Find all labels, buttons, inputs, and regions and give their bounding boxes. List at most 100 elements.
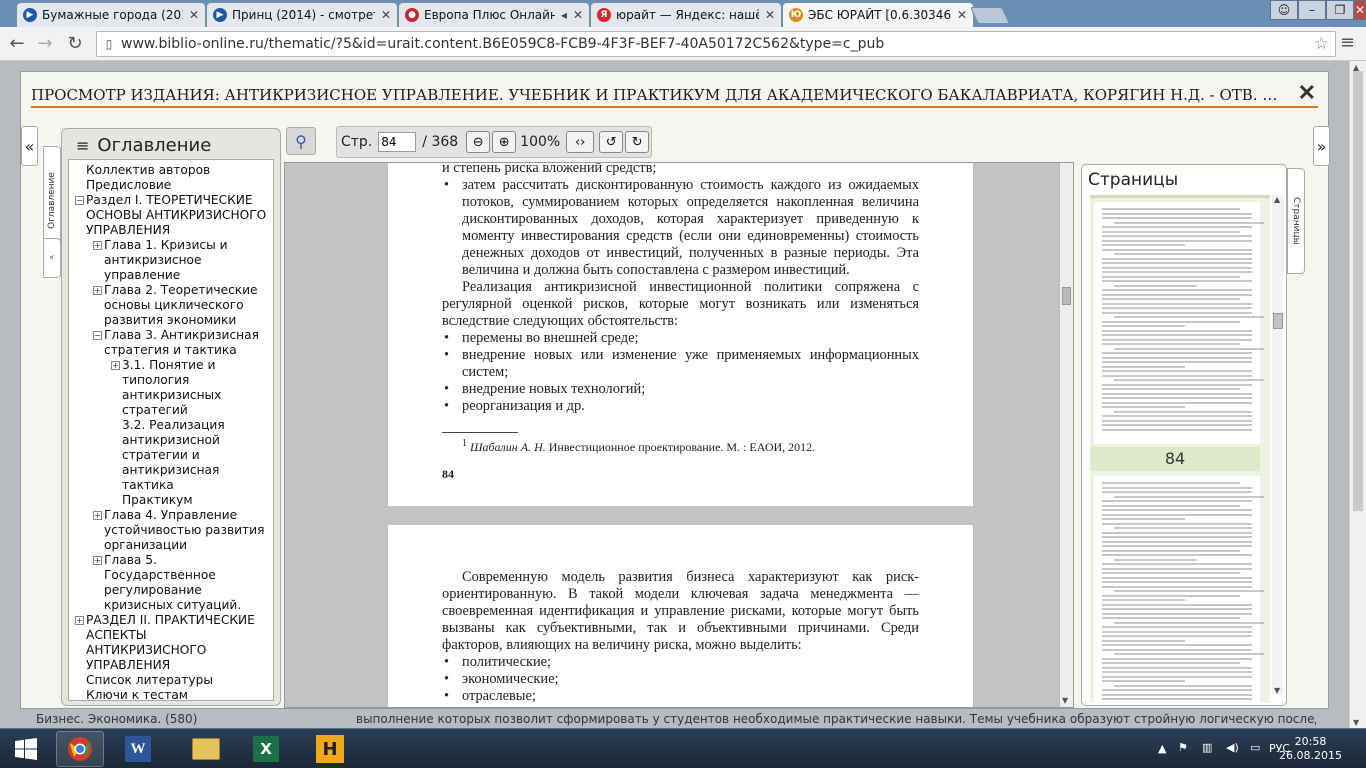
- reload-icon[interactable]: ↻: [64, 33, 86, 54]
- thumbnail-text-line: [1102, 486, 1252, 489]
- toc-item-label: Список литературы: [86, 673, 213, 687]
- expand-icon[interactable]: +: [111, 361, 120, 370]
- toc-item[interactable]: + Глава 5. Государственное регулирование …: [69, 553, 273, 613]
- browser-tab[interactable]: ▶ Бумажные города (2015) ✕: [16, 2, 206, 27]
- toc-item[interactable]: + Глава 2. Теоретические основы циклическ…: [69, 283, 273, 328]
- close-modal-button[interactable]: ✕: [1298, 80, 1316, 106]
- toc-item[interactable]: Ключи к тестам: [69, 688, 273, 700]
- taskbar-word[interactable]: W: [114, 731, 162, 767]
- expand-icon[interactable]: +: [93, 286, 102, 295]
- rotate-left-icon: ↺: [605, 134, 617, 150]
- thumbnail-scrollbar-thumb[interactable]: [1273, 313, 1283, 329]
- browser-tab-active[interactable]: Ю ЭБС ЮРАЙТ [0.6.30346] ✕: [782, 2, 974, 27]
- taskbar-h-app[interactable]: H: [306, 731, 354, 767]
- browser-tab[interactable]: Я юрайт — Яндекс: нашёл ✕: [590, 2, 782, 27]
- thumbnail-text-line: [1102, 594, 1240, 597]
- new-tab-button[interactable]: [970, 7, 1010, 24]
- thumbnail-text-line: [1102, 311, 1252, 314]
- document-scrollbar-thumb[interactable]: [1062, 287, 1071, 305]
- pages-side-tab[interactable]: Страницы: [1287, 168, 1305, 274]
- page-number-input[interactable]: [378, 132, 417, 152]
- page-thumbnail-85[interactable]: [1094, 476, 1264, 703]
- close-tab-icon[interactable]: ✕: [957, 8, 967, 22]
- toc-item[interactable]: Список литературы: [69, 673, 273, 688]
- browser-tab[interactable]: ● Европа Плюс Онлайн ◂ ✕: [398, 2, 590, 27]
- thumbnail-text-line: [1102, 352, 1252, 354]
- maximize-icon[interactable]: ❐: [1326, 0, 1354, 20]
- taskbar-chrome[interactable]: [56, 731, 104, 767]
- battery-icon[interactable]: ▭: [1250, 741, 1260, 754]
- browser-toolbar: ← → ↻ ▯ www.biblio-online.ru/thematic/?5…: [0, 27, 1366, 61]
- address-bar[interactable]: ▯ www.biblio-online.ru/thematic/?5&id=ur…: [96, 31, 1336, 57]
- toc-item[interactable]: + РАЗДЕЛ II. ПРАКТИЧЕСКИЕ АСПЕКТЫ АНТИКРИ…: [69, 613, 273, 673]
- collapse-icon[interactable]: −: [75, 196, 84, 205]
- expand-icon[interactable]: +: [93, 556, 102, 565]
- collapse-left-button[interactable]: «: [21, 126, 38, 166]
- search-button[interactable]: ⚲: [286, 127, 316, 155]
- clock[interactable]: 20:58 26.08.2015: [1279, 735, 1342, 763]
- expand-icon[interactable]: +: [93, 511, 102, 520]
- close-tab-icon[interactable]: ✕: [189, 8, 199, 22]
- expand-icon[interactable]: +: [93, 241, 102, 250]
- flag-icon[interactable]: ⚑: [1178, 741, 1188, 754]
- expand-icon[interactable]: +: [75, 616, 84, 625]
- taskbar-explorer[interactable]: [182, 731, 230, 767]
- page-text-line: и степень риска вложений средств;: [442, 162, 657, 176]
- collapse-right-button[interactable]: »: [1313, 126, 1330, 166]
- close-tab-icon[interactable]: ✕: [765, 8, 775, 22]
- page-scrollbar[interactable]: ▲ ▼: [1349, 61, 1366, 729]
- toc-item[interactable]: +3.1. Понятие и типология антикризисных …: [69, 358, 273, 418]
- network-icon[interactable]: ▥: [1202, 741, 1212, 754]
- toc-item[interactable]: Предисловие: [69, 178, 273, 193]
- toc-item[interactable]: − Глава 3. Антикризисная стратегия и такт…: [69, 328, 273, 358]
- minimize-icon[interactable]: –: [1298, 0, 1326, 20]
- thumbnail-text-line: [1102, 662, 1240, 664]
- scroll-down-icon[interactable]: ▼: [1062, 696, 1068, 705]
- start-button[interactable]: [2, 731, 50, 767]
- toc-item[interactable]: 3.2. Реализация антикризисной стратегии …: [69, 418, 273, 493]
- document-scrollbar[interactable]: ▼: [1059, 163, 1073, 707]
- volume-icon[interactable]: ◀): [1226, 741, 1239, 754]
- toc-item[interactable]: + Глава 1. Кризисы и антикризисное управл…: [69, 238, 273, 283]
- pages-side-tab-label: Страницы: [1291, 197, 1301, 245]
- footnote-rule: [442, 432, 518, 433]
- taskbar-excel[interactable]: X: [242, 731, 290, 767]
- scroll-up-icon[interactable]: ▲: [1274, 195, 1280, 204]
- close-tab-icon[interactable]: ✕: [381, 8, 391, 22]
- thumbnail-text-line: [1102, 540, 1252, 543]
- rotate-right-button[interactable]: ↻: [625, 131, 650, 153]
- toc-item[interactable]: Практикум: [69, 493, 273, 508]
- toc-item[interactable]: + Глава 4. Управление устойчивостью разви…: [69, 508, 273, 553]
- tray-expand-icon[interactable]: ▲: [1158, 742, 1166, 755]
- zoom-in-button[interactable]: ⊕: [492, 131, 517, 153]
- browser-tab[interactable]: ▶ Принц (2014) - смотреть ✕: [206, 2, 398, 27]
- close-window-icon[interactable]: ✕: [1354, 0, 1366, 20]
- bookmark-side-tab[interactable]: ⌕: [43, 238, 61, 278]
- menu-icon[interactable]: ≡: [1340, 32, 1355, 53]
- toc-item-label: Предисловие: [86, 178, 172, 192]
- thumbnail-text-line: [1102, 388, 1240, 390]
- back-icon[interactable]: ←: [6, 33, 28, 54]
- zoom-out-button[interactable]: ⊖: [466, 131, 491, 153]
- bookmark-star-icon[interactable]: ☆: [1314, 34, 1329, 54]
- thumbnail-text-line: [1102, 518, 1185, 520]
- thumbnail-text-line: [1102, 356, 1252, 359]
- user-icon[interactable]: ☺: [1270, 0, 1298, 20]
- collapse-icon[interactable]: −: [93, 331, 102, 340]
- page-thumbnail-84[interactable]: [1094, 202, 1264, 444]
- thumbnail-text-line: [1102, 248, 1252, 251]
- h-app-icon: H: [316, 735, 344, 763]
- page-scrollbar-thumb[interactable]: [1353, 71, 1363, 511]
- toc-item[interactable]: Коллектив авторов: [69, 163, 273, 178]
- rotate-left-button[interactable]: ↺: [599, 131, 624, 153]
- toc-item[interactable]: − Раздел I. ТЕОРЕТИЧЕСКИЕ ОСНОВЫ АНТИКРИЗ…: [69, 193, 273, 238]
- thumbnail-text-line: [1102, 325, 1185, 327]
- thumbnail-text-line: [1102, 504, 1240, 507]
- thumbnail-text-line: [1102, 293, 1252, 296]
- close-tab-icon[interactable]: ✕: [573, 8, 583, 22]
- fit-width-button[interactable]: ‹›: [566, 131, 595, 153]
- scroll-down-icon[interactable]: ▼: [1274, 686, 1280, 695]
- forward-icon[interactable]: →: [34, 33, 56, 54]
- scroll-down-icon[interactable]: ▼: [1353, 718, 1359, 727]
- thumbnail-scrollbar[interactable]: ▲ ▼: [1272, 195, 1284, 695]
